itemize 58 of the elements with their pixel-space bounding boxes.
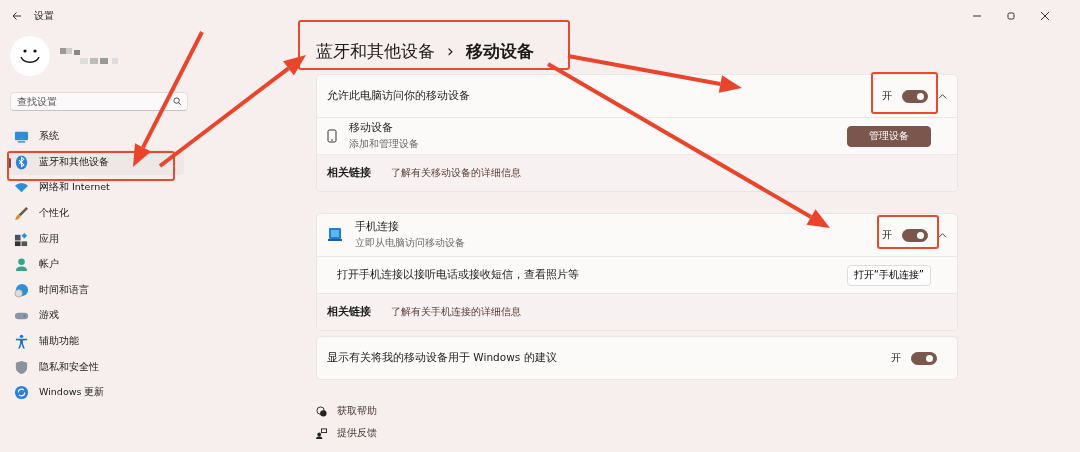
back-icon[interactable] [12, 11, 22, 21]
action-button[interactable]: 管理设备 [847, 125, 931, 147]
phone-icon [327, 129, 337, 143]
nav-item[interactable]: 游戏 [8, 303, 184, 329]
setting-title: 移动设备 [349, 121, 394, 135]
toggle-switch[interactable] [902, 89, 928, 103]
breadcrumb-separator: › [447, 41, 454, 61]
close-icon[interactable] [1040, 11, 1050, 21]
feedback-icon [316, 427, 327, 439]
apps-icon [14, 231, 29, 247]
highlight-frame [877, 215, 939, 249]
nav-item[interactable]: 网络和 Internet [8, 175, 184, 201]
setting-description: 添加和管理设备 [349, 137, 419, 151]
toggle-state-label: 开 [882, 228, 892, 242]
search-icon [173, 97, 182, 106]
avatar [10, 36, 50, 76]
nav-item[interactable]: 帐户 [8, 251, 184, 278]
window-title: 设置 [34, 9, 54, 23]
breadcrumb-parent[interactable]: 蓝牙和其他设备 [316, 39, 435, 63]
setting-title: 手机连接 [355, 220, 400, 234]
chevron-icon[interactable] [938, 91, 947, 101]
toggle-state-label: 开 [882, 89, 892, 103]
toggle-switch[interactable] [911, 351, 937, 365]
setting-description: 打开手机连接以接听电话或接收短信，查看照片等 [336, 268, 579, 282]
related-links-label: 相关链接 [327, 166, 371, 180]
page-title: 移动设备 [465, 39, 534, 63]
person-icon [14, 257, 29, 273]
shield-icon [14, 359, 29, 375]
related-links-label: 相关链接 [327, 305, 371, 319]
help-link[interactable]: 提供反馈 [337, 426, 377, 440]
search-field[interactable]: 查找设置 [10, 92, 188, 111]
nav-item[interactable]: Windows 更新 [8, 379, 184, 406]
brush-icon [14, 206, 29, 222]
help-icon [316, 405, 327, 417]
monitor-icon [327, 227, 343, 243]
bluetooth-icon [14, 154, 29, 170]
highlight-frame [871, 72, 938, 114]
setting-title: 允许此电脑访问你的移动设备 [327, 89, 470, 103]
toggle-switch[interactable] [902, 228, 928, 242]
nav-item[interactable]: 时间和语言 [8, 277, 184, 304]
access-icon [14, 334, 29, 350]
update-icon [14, 385, 29, 401]
chevron-icon[interactable] [938, 230, 947, 240]
setting-title: 显示有关将我的移动设备用于 Windows 的建议 [327, 351, 557, 365]
info-link[interactable]: 了解有关移动设备的详细信息 [391, 166, 521, 180]
toggle-state-label: 开 [891, 351, 901, 365]
system-icon [14, 129, 29, 145]
nav-item[interactable]: 应用 [8, 226, 184, 252]
nav-item[interactable]: 辅助功能 [8, 328, 184, 355]
action-button[interactable]: 打开“手机连接” [846, 264, 931, 286]
setting-description: 立即从电脑访问移动设备 [355, 236, 465, 250]
globe-icon [14, 282, 29, 298]
nav-item[interactable]: 隐私和安全性 [8, 354, 184, 380]
help-link[interactable]: 获取帮助 [337, 404, 377, 418]
info-link[interactable]: 了解有关手机连接的详细信息 [391, 305, 521, 319]
maximize-icon[interactable] [1006, 11, 1016, 21]
nav-item[interactable]: 系统 [8, 124, 184, 150]
nav-item[interactable]: 个性化 [8, 200, 184, 227]
